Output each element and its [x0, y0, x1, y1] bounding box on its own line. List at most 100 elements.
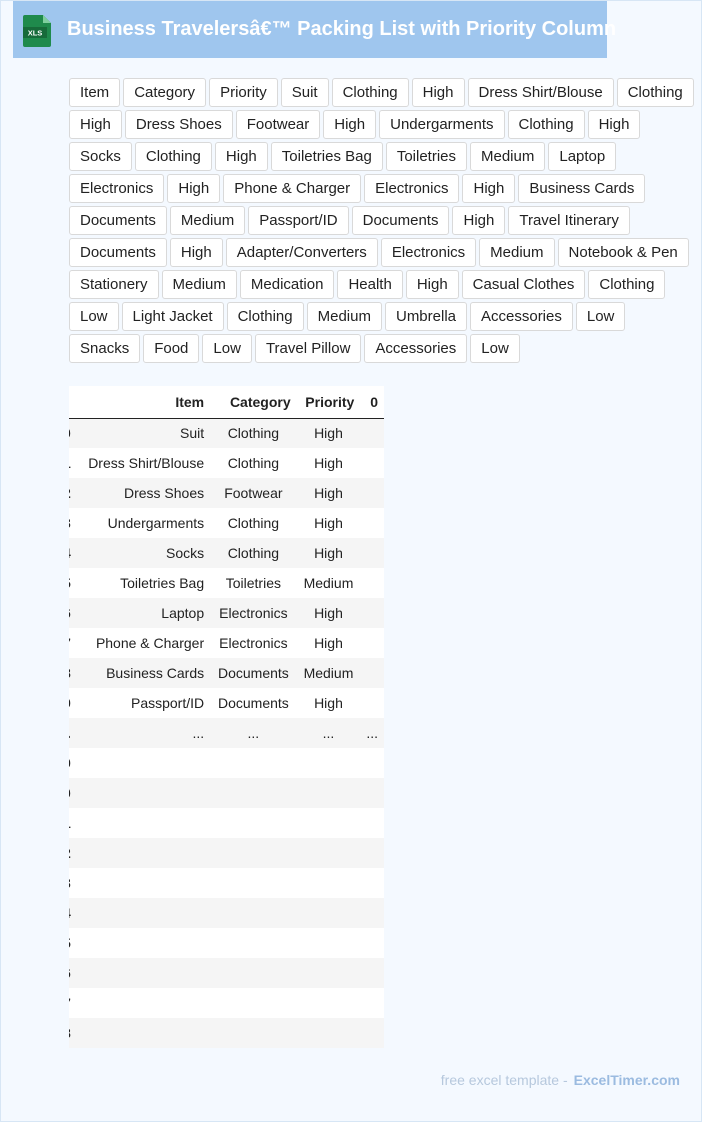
cell-priority: ... [296, 718, 361, 748]
tag-item: High [405, 270, 459, 299]
cell-zero [360, 778, 384, 808]
tag-item: Low [202, 334, 252, 363]
tag-item: Electronics [364, 174, 460, 203]
cell-zero [360, 1018, 384, 1048]
footer-link[interactable]: ExcelTimer.com [574, 1072, 680, 1088]
table-row: 6 [69, 958, 384, 988]
cell-item: Passport/ID [76, 688, 211, 718]
row-index: 4 [69, 538, 77, 568]
tag-item: High [214, 142, 268, 171]
cell-item [76, 748, 211, 778]
row-index: 3 [69, 868, 77, 898]
tag-item: Electronics [69, 174, 165, 203]
tag-item: Phone & Charger [223, 174, 362, 203]
table-row: 0 SuitClothingHigh [69, 418, 384, 448]
row-index-label: 0 [69, 425, 71, 441]
cell-zero [360, 628, 384, 658]
row-index: 3 [69, 508, 77, 538]
row-index: 9 [69, 688, 77, 718]
cell-category: Documents [210, 688, 297, 718]
header-category: Category [210, 386, 297, 419]
tag-item: Suit [280, 78, 329, 107]
tag-item: Low [470, 334, 520, 363]
tag-item: Snacks [69, 334, 141, 363]
cell-priority [296, 928, 361, 958]
tag-item: High [169, 238, 223, 267]
row-index-label: .. [69, 725, 71, 741]
cell-item [76, 928, 211, 958]
cell-category: Documents [210, 658, 297, 688]
cell-priority [296, 808, 361, 838]
page-title: Business Travelersâ€™ Packing List with … [67, 18, 617, 40]
row-index: 7 [69, 628, 77, 658]
cell-priority [296, 838, 361, 868]
cell-category [210, 988, 297, 1018]
table-row: 3 [69, 868, 384, 898]
cell-priority [296, 988, 361, 1018]
cell-item [76, 958, 211, 988]
xls-icon-label: XLS [28, 29, 43, 38]
tag-item: High [69, 110, 122, 139]
tag-item: Toiletries [385, 142, 467, 171]
row-index: 8 [69, 1018, 77, 1048]
row-index: 8 [69, 658, 77, 688]
cell-item: Laptop [76, 598, 211, 628]
cell-priority [296, 898, 361, 928]
row-index: 1 [69, 448, 77, 478]
cell-category: Electronics [210, 628, 297, 658]
row-index: 7 [69, 988, 77, 1018]
cell-item: Socks [76, 538, 211, 568]
cell-category [210, 838, 297, 868]
cell-zero [360, 568, 384, 598]
cell-category [210, 778, 297, 808]
tag-item: Food [143, 334, 200, 363]
cell-zero [360, 478, 384, 508]
row-index: 1 [69, 808, 77, 838]
cell-zero [360, 658, 384, 688]
row-index-label: 8 [69, 1025, 71, 1041]
cell-item: Toiletries Bag [76, 568, 211, 598]
table-row: 1 Dress Shirt/BlouseClothingHigh [69, 448, 384, 478]
tag-item: Medium [161, 270, 237, 299]
row-index-label: 6 [69, 965, 71, 981]
tag-item: Medium [306, 302, 382, 331]
row-index: 6 [69, 598, 77, 628]
tag-item: Clothing [588, 270, 666, 299]
tag-item: Documents [69, 238, 167, 267]
tag-item: Clothing [331, 78, 409, 107]
cell-zero [360, 928, 384, 958]
row-index-label: 3 [69, 875, 71, 891]
cell-item: ... [76, 718, 211, 748]
data-table-container: Item Category Priority 0 0SuitClothingHi… [69, 386, 384, 1048]
tag-item: Documents [69, 206, 167, 235]
tag-item: Toiletries Bag [270, 142, 383, 171]
row-index-label: 2 [69, 485, 71, 501]
cell-item [76, 868, 211, 898]
cell-priority: High [296, 418, 361, 448]
cell-category: Footwear [210, 478, 297, 508]
cell-category [210, 808, 297, 838]
table-row: 9 [69, 748, 384, 778]
cell-zero [360, 808, 384, 838]
cell-priority: High [296, 688, 361, 718]
cell-category: Clothing [210, 448, 297, 478]
cell-item [76, 838, 211, 868]
tag-item: Business Cards [518, 174, 646, 203]
tag-item: Electronics [380, 238, 477, 267]
cell-item [76, 1018, 211, 1048]
tag-item: High [411, 78, 465, 107]
tag-item: High [167, 174, 221, 203]
cell-category [210, 1018, 297, 1048]
cell-zero [360, 448, 384, 478]
tag-item: High [323, 110, 377, 139]
table-row: 2 Dress ShoesFootwearHigh [69, 478, 384, 508]
row-index-label: 1 [69, 815, 71, 831]
table-row: 2 [69, 838, 384, 868]
cell-category: Clothing [210, 418, 297, 448]
cell-category [210, 928, 297, 958]
row-index: 9 [69, 748, 77, 778]
table-row: 4 SocksClothingHigh [69, 538, 384, 568]
row-index-label: 9 [69, 755, 71, 771]
cell-priority [296, 868, 361, 898]
table-row: 6 LaptopElectronicsHigh [69, 598, 384, 628]
